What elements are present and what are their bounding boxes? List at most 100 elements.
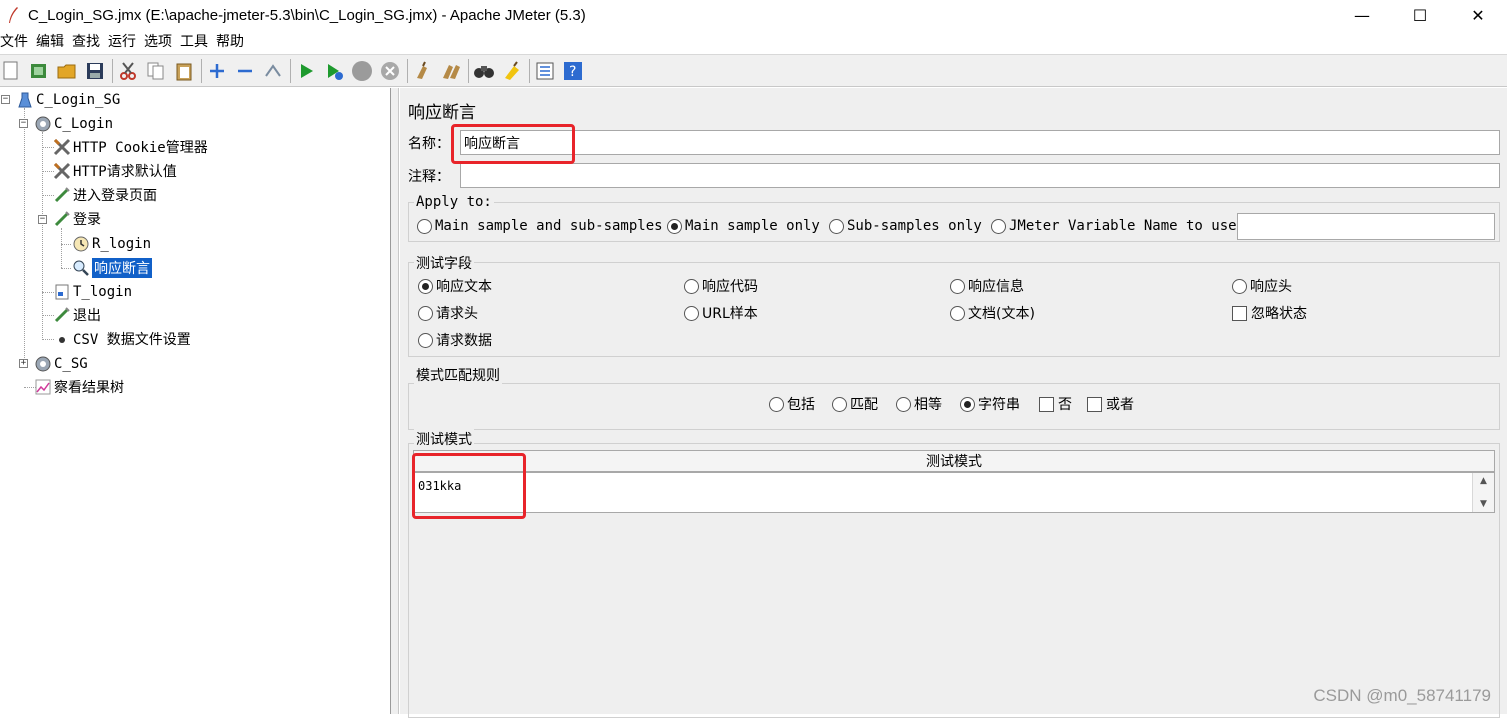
apply-sub-only-radio[interactable]: Sub-samples only <box>829 218 982 234</box>
patterns-column-header[interactable]: 测试模式 <box>413 450 1495 472</box>
pattern-rules-title: 模式匹配规则 <box>414 365 502 385</box>
stop-icon[interactable] <box>351 60 373 82</box>
field-request-headers-radio[interactable]: 请求头 <box>418 303 478 323</box>
clear-all-icon[interactable] <box>440 60 462 82</box>
shutdown-icon[interactable] <box>379 60 401 82</box>
svg-text:?: ? <box>569 64 576 80</box>
tree-item-label: C_Login <box>54 116 113 132</box>
name-field[interactable]: 响应断言 <box>460 130 1500 155</box>
new-icon[interactable] <box>0 60 22 82</box>
jmeter-feather-icon <box>6 6 20 24</box>
test-field-title: 测试字段 <box>414 253 474 273</box>
variable-name-field[interactable] <box>1237 213 1495 240</box>
tree-item-label: 进入登录页面 <box>73 185 157 205</box>
open-icon[interactable] <box>56 60 78 82</box>
paste-icon[interactable] <box>173 60 195 82</box>
copy-icon[interactable] <box>145 60 167 82</box>
function-helper-icon[interactable] <box>534 60 556 82</box>
tree-item-csv-config[interactable]: CSV 数据文件设置 <box>53 328 191 350</box>
tree-item-test-plan[interactable]: C_Login_SG <box>16 89 120 111</box>
tree-item-http-defaults[interactable]: HTTP请求默认值 <box>53 160 177 182</box>
collapse-icon[interactable] <box>234 60 256 82</box>
field-response-message-radio[interactable]: 响应信息 <box>950 276 1024 296</box>
config-element-icon <box>53 162 71 180</box>
rule-matches-radio[interactable]: 匹配 <box>832 394 878 414</box>
tree-connector <box>61 244 71 245</box>
minimize-button[interactable]: — <box>1333 0 1391 30</box>
sampler-icon <box>53 306 71 324</box>
menu-search[interactable]: 查找 <box>72 31 100 51</box>
reset-search-icon[interactable] <box>501 60 523 82</box>
apply-variable-radio[interactable]: JMeter Variable Name to use <box>991 218 1237 234</box>
collapse-toggle[interactable]: − <box>19 119 28 128</box>
apply-main-only-radio[interactable]: Main sample only <box>667 218 820 234</box>
tree-item-thread-group[interactable]: C_SG <box>34 353 88 375</box>
comment-label: 注释： <box>408 166 450 186</box>
maximize-button[interactable]: ☐ <box>1391 0 1449 30</box>
search-icon[interactable] <box>473 60 495 82</box>
close-button[interactable]: ✕ <box>1449 0 1507 30</box>
field-request-data-radio[interactable]: 请求数据 <box>418 330 492 350</box>
test-plan-tree: − − − + C_Login_SG C_Login HTTP Cookie管理… <box>0 88 391 714</box>
templates-icon[interactable] <box>28 60 50 82</box>
menu-run[interactable]: 运行 <box>108 31 136 51</box>
tree-item-cookie-manager[interactable]: HTTP Cookie管理器 <box>53 136 208 158</box>
rule-not-checkbox[interactable]: 否 <box>1039 394 1072 414</box>
toolbar-separator <box>201 59 202 83</box>
rule-contains-radio[interactable]: 包括 <box>769 394 815 414</box>
expand-icon[interactable] <box>206 60 228 82</box>
cut-icon[interactable] <box>117 60 139 82</box>
start-icon[interactable] <box>295 60 317 82</box>
tree-item-label: CSV 数据文件设置 <box>73 329 191 349</box>
config-element-icon <box>53 138 71 156</box>
tree-item-sampler[interactable]: 进入登录页面 <box>53 184 157 206</box>
ignore-status-checkbox[interactable]: 忽略状态 <box>1232 303 1307 323</box>
field-response-code-radio[interactable]: 响应代码 <box>684 276 758 296</box>
collapse-toggle[interactable]: − <box>38 215 47 224</box>
field-response-headers-radio[interactable]: 响应头 <box>1232 276 1292 296</box>
rule-equals-radio[interactable]: 相等 <box>896 394 942 414</box>
start-no-pause-icon[interactable] <box>323 60 345 82</box>
help-icon[interactable]: ? <box>562 60 584 82</box>
menu-file[interactable]: 文件 <box>0 31 28 51</box>
tree-item-sampler[interactable]: 登录 <box>53 208 101 230</box>
thread-group-icon <box>34 355 52 373</box>
menu-tools[interactable]: 工具 <box>180 31 208 51</box>
field-response-text-radio[interactable]: 响应文本 <box>418 276 492 296</box>
toolbar-separator <box>468 59 469 83</box>
tree-item-timer[interactable]: R_login <box>72 233 151 255</box>
toolbar-separator <box>529 59 530 83</box>
tree-item-assertion[interactable]: 响应断言 <box>72 257 152 279</box>
clear-icon[interactable] <box>412 60 434 82</box>
split-pane-divider[interactable] <box>391 88 399 714</box>
tree-item-listener[interactable]: 察看结果树 <box>34 376 124 398</box>
tree-item-transaction[interactable]: T_login <box>53 281 132 303</box>
scroll-down-icon[interactable]: ▼ <box>1480 499 1487 509</box>
toolbar-separator <box>290 59 291 83</box>
menu-edit[interactable]: 编辑 <box>36 31 64 51</box>
menu-help[interactable]: 帮助 <box>216 31 244 51</box>
scroll-up-icon[interactable]: ▲ <box>1480 476 1487 486</box>
rule-or-checkbox[interactable]: 或者 <box>1087 394 1134 414</box>
comment-field[interactable] <box>460 163 1500 188</box>
patterns-table[interactable]: 031kka ▲ ▼ <box>413 472 1495 513</box>
apply-main-and-sub-radio[interactable]: Main sample and sub-samples <box>417 218 663 234</box>
tree-connector <box>61 228 62 268</box>
tree-connector <box>42 132 43 340</box>
tree-item-sampler[interactable]: 退出 <box>53 304 101 326</box>
window-title: C_Login_SG.jmx (E:\apache-jmeter-5.3\bin… <box>28 7 586 24</box>
tree-item-thread-group[interactable]: C_Login <box>34 113 113 135</box>
field-document-radio[interactable]: 文档(文本) <box>950 303 1035 323</box>
toggle-icon[interactable] <box>262 60 284 82</box>
save-icon[interactable] <box>84 60 106 82</box>
assertion-icon <box>72 259 90 277</box>
patterns-scrollbar[interactable]: ▲ ▼ <box>1472 473 1494 512</box>
patterns-title: 测试模式 <box>414 429 474 449</box>
field-url-sampled-radio[interactable]: URL样本 <box>684 303 758 323</box>
pattern-row[interactable]: 031kka <box>418 479 461 493</box>
collapse-toggle[interactable]: − <box>1 95 10 104</box>
menu-options[interactable]: 选项 <box>144 31 172 51</box>
tree-item-label: 登录 <box>73 209 101 229</box>
rule-substring-radio[interactable]: 字符串 <box>960 394 1020 414</box>
expand-toggle[interactable]: + <box>19 359 28 368</box>
